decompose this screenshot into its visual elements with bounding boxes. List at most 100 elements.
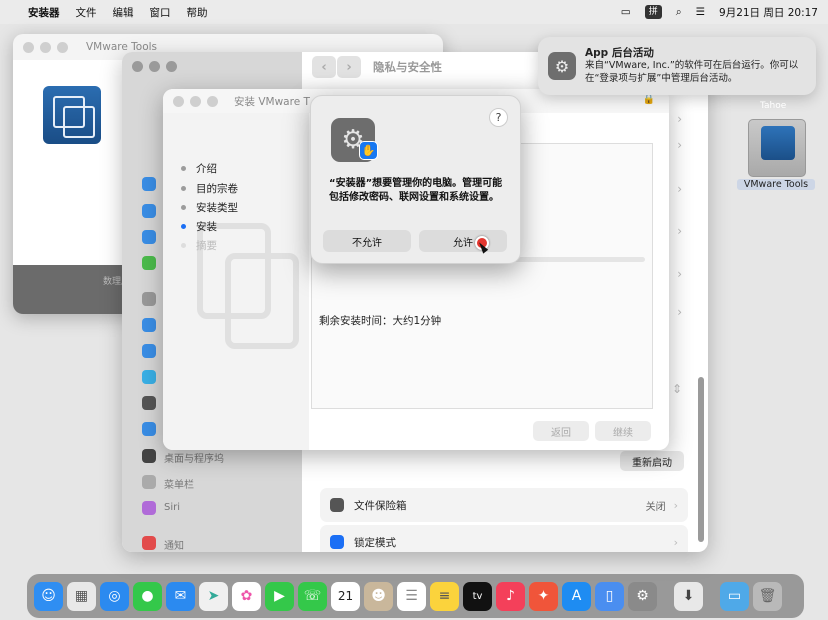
dock: ☺ ▦ ◎ ● ✉ ➤ ✿ ▶ ☏ 21 ☻ ☰ ≡ tv ♪ ✦ A ▯ ⚙ … — [27, 574, 804, 618]
notifications-icon[interactable] — [142, 536, 156, 550]
menu-help[interactable]: 帮助 — [187, 5, 208, 20]
step-label: 介绍 — [196, 163, 217, 175]
chevron-right-icon[interactable]: › — [677, 182, 682, 196]
chevron-right-icon[interactable]: › — [677, 138, 682, 152]
settings-minimize-button[interactable] — [149, 61, 160, 72]
trash-icon[interactable]: 🗑 — [753, 581, 782, 611]
system-settings-icon[interactable]: ⚙ — [628, 581, 657, 611]
vmware-tools-volume-label[interactable]: VMware Tools — [737, 179, 815, 190]
step-bullet — [181, 243, 186, 248]
facetime-icon[interactable]: ▶ — [265, 581, 294, 611]
step-bullet — [181, 205, 186, 210]
downloads-folder-icon[interactable]: ▭ — [720, 581, 749, 611]
step-label: 摘要 — [196, 240, 217, 252]
maps-icon[interactable]: ➤ — [199, 581, 228, 611]
screen-mirror-icon[interactable]: ▭ — [621, 6, 631, 18]
help-button[interactable]: ? — [489, 108, 508, 127]
mail-icon[interactable]: ✉ — [166, 581, 195, 611]
menu-clock[interactable]: 9月21日 周日 20:17 — [719, 5, 818, 20]
filevault-icon — [330, 498, 344, 512]
control-center-icon[interactable]: ☰ — [696, 6, 705, 18]
forward-chevron-icon[interactable]: › — [337, 56, 361, 78]
vmware-tools-volume-icon[interactable] — [748, 119, 806, 177]
allow-button[interactable]: 允许 — [419, 230, 507, 252]
menubar-icon[interactable] — [142, 475, 156, 489]
background-activity-notification[interactable]: ⚙ App 后台活动 来自“VMware, Inc.”的软件可在后台运行。你可以… — [538, 37, 816, 95]
chevron-right-icon: › — [673, 498, 678, 512]
chevron-right-icon: › — [673, 535, 678, 549]
settings-close-button[interactable] — [132, 61, 143, 72]
bluetooth-icon[interactable] — [142, 204, 156, 218]
desktop-dock-icon[interactable] — [142, 449, 156, 463]
network-icon[interactable] — [142, 230, 156, 244]
step-bullet — [181, 186, 186, 191]
installer-window-title: 安装 VMware T — [234, 95, 310, 108]
installer-icon[interactable]: ⬇ — [674, 581, 703, 611]
filevault-row[interactable]: 文件保险箱 关闭 › — [320, 488, 688, 522]
finder-icon[interactable]: ☺ — [34, 581, 63, 611]
sidebar-item-menubar[interactable]: 菜单栏 — [164, 476, 194, 491]
menu-edit[interactable]: 编辑 — [113, 5, 134, 20]
general-icon[interactable] — [142, 292, 156, 306]
restart-button[interactable]: 重新启动 — [620, 451, 684, 471]
menu-window[interactable]: 窗口 — [150, 5, 171, 20]
step-introduction: 介绍 — [181, 161, 217, 176]
accessibility-icon[interactable] — [142, 318, 156, 332]
vmware-logo-icon — [761, 126, 795, 160]
contacts-icon[interactable]: ☻ — [364, 581, 393, 611]
lockdown-mode-row[interactable]: 锁定模式 › — [320, 525, 688, 552]
menu-app-name[interactable]: 安装器 — [28, 5, 60, 20]
continue-button[interactable]: 继续 — [595, 421, 651, 441]
back-chevron-icon[interactable]: ‹ — [312, 56, 336, 78]
games-icon[interactable]: ✦ — [529, 581, 558, 611]
calendar-icon[interactable]: 21 — [331, 581, 360, 611]
lockdown-hand-icon — [330, 535, 344, 549]
back-button[interactable]: 返回 — [533, 421, 589, 441]
minimize-button[interactable] — [40, 41, 51, 53]
spotlight-settings-icon[interactable] — [142, 344, 156, 358]
photos-icon[interactable]: ✿ — [232, 581, 261, 611]
siri-icon[interactable] — [142, 501, 156, 515]
notes-icon[interactable]: ≡ — [430, 581, 459, 611]
sidebar-item-notifications[interactable]: 通知 — [164, 537, 184, 552]
sidebar-item-desktop-dock[interactable]: 桌面与程序坞 — [164, 450, 224, 465]
spotlight-search-icon[interactable]: ⌕ — [676, 6, 682, 19]
settings-scrollbar[interactable] — [698, 377, 704, 542]
wifi-icon[interactable] — [142, 177, 156, 191]
tv-icon[interactable]: tv — [463, 581, 492, 611]
displays-icon[interactable] — [142, 422, 156, 436]
battery-icon[interactable] — [142, 256, 156, 270]
messages-icon[interactable]: ● — [133, 581, 162, 611]
permission-dialog: ⚙ ✋ ? “安装器”想要管理你的电脑。管理可能包括修改密码、联网设置和系统设置… — [310, 95, 521, 264]
deny-button[interactable]: 不允许 — [323, 230, 411, 252]
settings-zoom-button[interactable] — [166, 61, 177, 72]
chevron-right-icon[interactable]: › — [677, 224, 682, 238]
input-method-badge[interactable]: 拼 — [644, 5, 662, 19]
phone-icon[interactable]: ☏ — [298, 581, 327, 611]
installer-minimize-button[interactable] — [190, 95, 201, 107]
music-icon[interactable]: ♪ — [496, 581, 525, 611]
chevron-right-icon[interactable]: › — [677, 112, 682, 126]
menu-file[interactable]: 文件 — [76, 5, 97, 20]
installer-close-button[interactable] — [173, 95, 184, 107]
settings-nav-buttons: ‹ › — [312, 56, 361, 78]
appearance-icon[interactable] — [142, 370, 156, 384]
settings-traffic-lights — [132, 61, 177, 72]
launchpad-icon[interactable]: ▦ — [67, 581, 96, 611]
privacy-icon[interactable] — [142, 396, 156, 410]
step-label: 目的宗卷 — [196, 183, 238, 195]
close-button[interactable] — [23, 41, 34, 53]
chevron-right-icon[interactable]: › — [677, 267, 682, 281]
stepper-icon[interactable]: ⇕ — [672, 382, 682, 396]
step-bullet — [181, 166, 186, 171]
app-store-icon[interactable]: A — [562, 581, 591, 611]
chevron-right-icon[interactable]: › — [677, 305, 682, 319]
safari-icon[interactable]: ◎ — [100, 581, 129, 611]
step-destination: 目的宗卷 — [181, 181, 238, 196]
sidebar-item-siri[interactable]: Siri — [164, 502, 180, 513]
reminders-icon[interactable]: ☰ — [397, 581, 426, 611]
desktop-item-label[interactable]: Tahoe — [760, 101, 786, 111]
zoom-button[interactable] — [57, 41, 68, 53]
iphone-mirroring-icon[interactable]: ▯ — [595, 581, 624, 611]
installer-zoom-button[interactable] — [207, 95, 218, 107]
